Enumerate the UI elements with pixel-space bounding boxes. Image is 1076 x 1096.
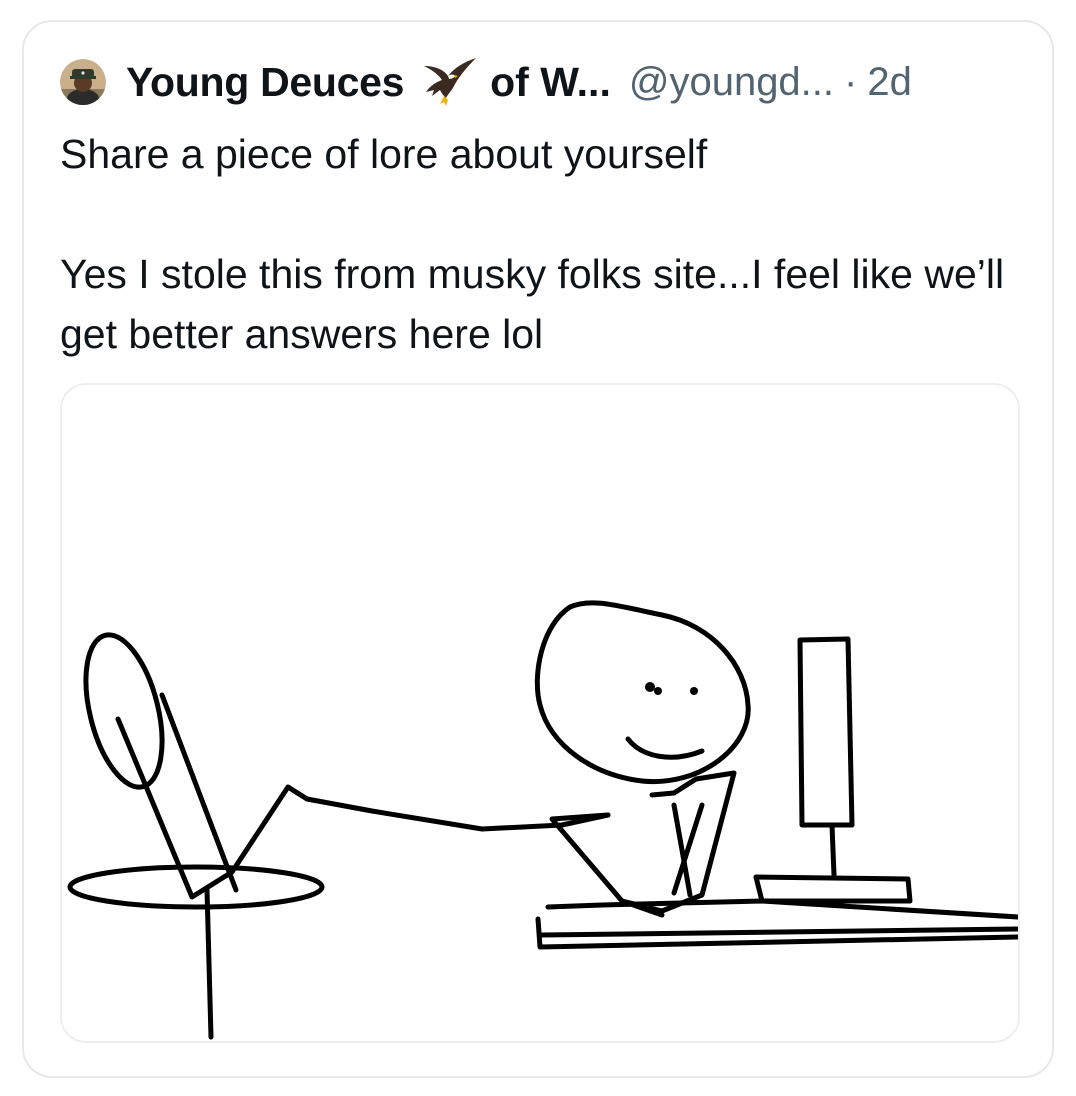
dot-separator: · xyxy=(844,59,858,104)
post-header: Young Deuces of W... @youngd... · 2d xyxy=(60,54,912,110)
post-media-image[interactable] xyxy=(60,383,1020,1043)
post-text-line: Yes I stole this from musky folks site..… xyxy=(60,251,1005,357)
post-text-line: Share a piece of lore about yourself xyxy=(60,131,708,177)
display-name[interactable]: Young Deuces xyxy=(126,59,404,106)
eagle-icon xyxy=(418,56,478,108)
avatar[interactable] xyxy=(60,59,106,105)
display-name-suffix[interactable]: of W... xyxy=(490,59,611,106)
post-timestamp[interactable]: 2d xyxy=(867,60,912,105)
post-body: Share a piece of lore about yourself Yes… xyxy=(60,124,1020,364)
stick-figure-drawing xyxy=(67,600,1018,1040)
author-handle[interactable]: @youngd... xyxy=(629,60,834,105)
